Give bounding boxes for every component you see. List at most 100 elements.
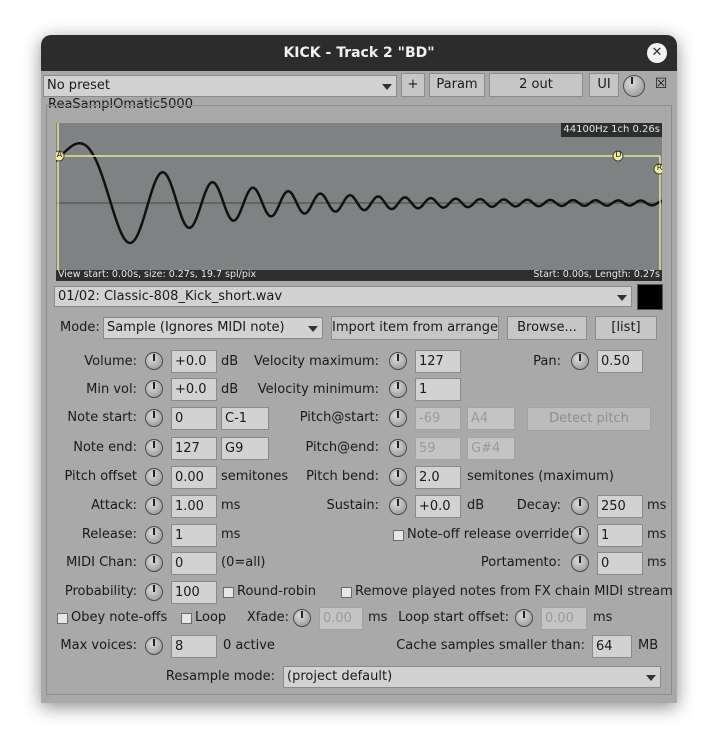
list-button[interactable]: [list] [595, 316, 657, 340]
pan-label: Pan: [533, 354, 561, 369]
midichan-hint: (0=all) [221, 555, 266, 570]
release-knob[interactable] [145, 526, 163, 544]
close-window-button[interactable]: ✕ [647, 43, 667, 63]
chevron-down-icon [382, 84, 392, 90]
browse-button[interactable]: Browse... [507, 316, 587, 340]
pitchstart-knob[interactable] [389, 409, 407, 427]
velmin-label: Velocity minimum: [257, 382, 379, 397]
pitchstart-field[interactable]: -69 [415, 407, 461, 430]
pitchend-knob[interactable] [389, 439, 407, 457]
release-unit: ms [221, 527, 241, 542]
release-field[interactable]: 1 [171, 524, 217, 547]
midichan-knob[interactable] [145, 554, 163, 572]
decay-field[interactable]: 250 [597, 495, 643, 518]
decay-label: Decay: [516, 498, 561, 513]
noteoff-override-knob[interactable] [571, 526, 589, 544]
minvol-knob[interactable] [145, 380, 163, 398]
volume-knob[interactable] [145, 352, 163, 370]
midichan-field[interactable]: 0 [171, 552, 217, 575]
sample-info: 44100Hz 1ch 0.26s [561, 123, 662, 137]
noteend-knob[interactable] [145, 439, 163, 457]
pitchend-field[interactable]: 59 [415, 437, 461, 460]
attack-field[interactable]: 1.00 [171, 495, 217, 518]
preset-select[interactable]: No preset [43, 75, 397, 97]
midichan-label: MIDI Chan: [66, 555, 137, 570]
waveform-graph [56, 123, 662, 270]
decay-knob[interactable] [571, 497, 589, 515]
pan-field[interactable]: 0.50 [597, 350, 643, 373]
wet-knob[interactable] [623, 75, 645, 97]
cache-label: Cache samples smaller than: [396, 638, 585, 653]
remove-notes-checkbox[interactable] [341, 587, 352, 598]
import-item-button[interactable]: Import item from arrange [331, 316, 499, 340]
notestart-field[interactable]: 0 [171, 407, 217, 430]
sustain-label: Sustain: [326, 498, 379, 513]
sustain-field[interactable]: +0.0 [415, 495, 461, 518]
mode-label: Mode: [60, 320, 100, 335]
volume-field[interactable]: +0.0 [171, 350, 217, 373]
xfade-field[interactable]: 0.00 [319, 607, 363, 630]
max-voices-field[interactable]: 8 [171, 635, 217, 658]
noteoff-override-field[interactable]: 1 [597, 524, 643, 547]
bypass-checkbox[interactable]: ☒ [653, 76, 669, 92]
param-button[interactable]: Param [429, 73, 485, 97]
view-info: View start: 0.00s, size: 0.27s, 19.7 spl… [58, 269, 257, 280]
noteoff-override-checkbox[interactable] [393, 530, 404, 541]
color-swatch[interactable] [637, 284, 663, 310]
release-label: Release: [81, 527, 137, 542]
cache-field[interactable]: 64 [592, 635, 632, 658]
obey-noteoffs-checkbox[interactable] [57, 613, 68, 624]
sample-file-select[interactable]: 01/02: Classic-808_Kick_short.wav [54, 286, 632, 307]
xfade-knob[interactable] [293, 609, 311, 627]
velmin-knob[interactable] [389, 380, 407, 398]
preset-value: No preset [47, 78, 110, 93]
pitchstart-note-field[interactable]: A4 [467, 407, 515, 430]
pitchoffset-field[interactable]: 0.00 [171, 466, 217, 489]
output-routing-button[interactable]: 2 out [489, 73, 583, 97]
max-voices-knob[interactable] [145, 637, 163, 655]
portamento-label: Portamento: [480, 555, 561, 570]
noteend-label: Note end: [73, 440, 137, 455]
decay-marker[interactable]: D [615, 150, 622, 159]
add-preset-button[interactable]: + [401, 73, 425, 97]
pan-knob[interactable] [571, 352, 589, 370]
notestart-label: Note start: [67, 410, 137, 425]
release-marker[interactable]: R [656, 163, 663, 172]
detect-pitch-button[interactable]: Detect pitch [527, 407, 651, 431]
attack-marker[interactable]: A [56, 150, 63, 159]
volume-unit: dB [221, 354, 239, 369]
velmax-knob[interactable] [389, 352, 407, 370]
velmin-field[interactable]: 1 [415, 378, 461, 401]
attack-knob[interactable] [145, 497, 163, 515]
loop-start-field[interactable]: 0.00 [541, 607, 587, 630]
probability-knob[interactable] [145, 583, 163, 601]
pitchoffset-knob[interactable] [145, 468, 163, 486]
notestart-knob[interactable] [145, 409, 163, 427]
round-robin-checkbox[interactable] [223, 587, 234, 598]
loop-checkbox[interactable] [181, 613, 192, 624]
sustain-unit: dB [467, 498, 485, 513]
pitchend-note-field[interactable]: G#4 [467, 437, 515, 460]
noteoff-override-label: Note-off release override: [407, 527, 574, 542]
velmax-field[interactable]: 127 [415, 350, 461, 373]
pitchbend-knob[interactable] [389, 468, 407, 486]
noteend-field[interactable]: 127 [171, 437, 217, 460]
obey-noteoffs-label: Obey note-offs [71, 610, 168, 625]
loop-start-knob[interactable] [515, 609, 533, 627]
waveform-view[interactable]: A D R 44100Hz 1ch 0.26s View start: 0.00… [56, 123, 663, 281]
portamento-knob[interactable] [571, 554, 589, 572]
resample-value: (project default) [287, 669, 393, 684]
sample-file-name: 01/02: Classic-808_Kick_short.wav [58, 289, 283, 304]
mode-select[interactable]: Sample (Ignores MIDI note) [103, 317, 323, 339]
pitchbend-field[interactable]: 2.0 [415, 466, 461, 489]
loop-start-unit: ms [593, 610, 613, 625]
ui-button[interactable]: UI [589, 73, 619, 97]
round-robin-label: Round-robin [237, 584, 316, 599]
minvol-field[interactable]: +0.0 [171, 378, 217, 401]
portamento-unit: ms [647, 555, 667, 570]
probability-field[interactable]: 100 [171, 581, 217, 604]
resample-label: Resample mode: [165, 669, 275, 684]
sustain-knob[interactable] [389, 497, 407, 515]
resample-select[interactable]: (project default) [283, 666, 661, 688]
portamento-field[interactable]: 0 [597, 552, 643, 575]
